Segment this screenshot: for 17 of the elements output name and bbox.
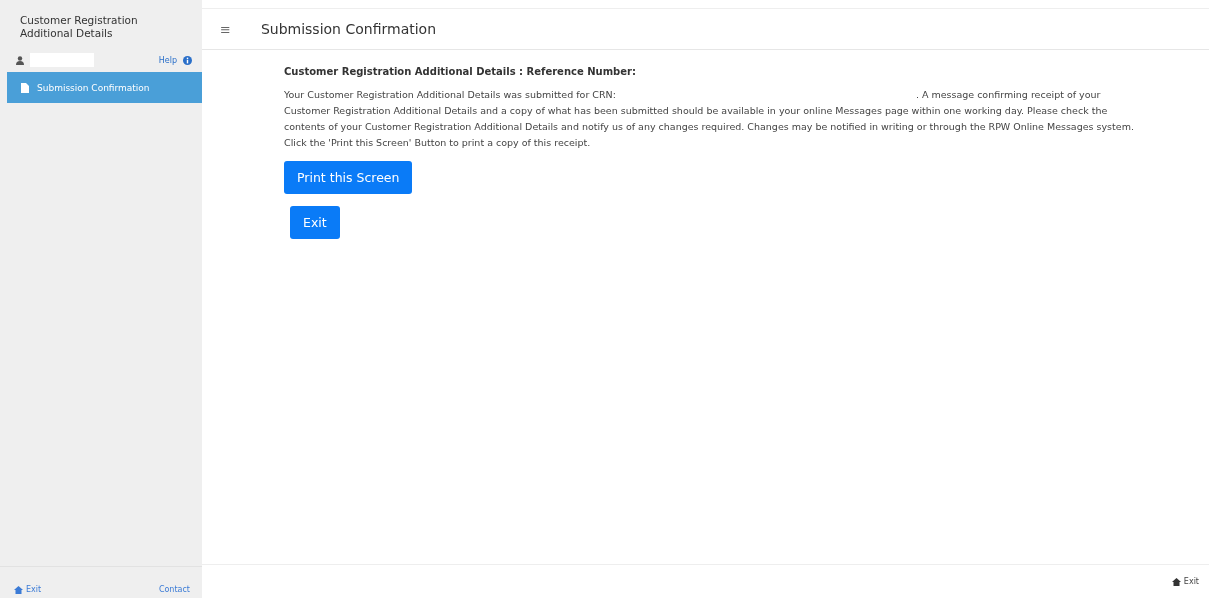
exit-button[interactable]: Exit: [290, 206, 340, 239]
nav-item[interactable]: Submission Confirmation: [7, 72, 202, 103]
exit-link[interactable]: Exit: [1171, 577, 1199, 586]
confirmation-message: Your Customer Registration Additional Details was submitted for CRN: . A message confirming receipt of your Customer Registration Additional Details and a copy of what has been submitted should be available in your online Messages page within one working day. Please check the contents of your Customer Registration Additional Details and notify us of any changes required. Changes may be notified in writing or through the RPW Online Messages system. Click the 'Print this Screen' Button to print a copy of this receipt.: [284, 88, 1135, 150]
print-button[interactable]: Print this Screen: [284, 161, 413, 194]
contact-link[interactable]: Contact: [158, 585, 190, 594]
home-icon: [1171, 577, 1181, 586]
help-link[interactable]: Help: [158, 55, 177, 65]
home-icon: [14, 585, 23, 594]
page-title: Submission Confirmation: [260, 21, 437, 37]
document-icon: [21, 82, 29, 93]
user-icon: [16, 55, 24, 65]
reference-heading: Customer Registration Additional Details : Reference Number:: [284, 66, 636, 77]
menu-icon[interactable]: ≡: [220, 21, 231, 37]
app-title: Customer Registration Additional Details: [19, 13, 139, 41]
info-icon: [183, 55, 192, 65]
exit-link[interactable]: Exit: [14, 585, 42, 594]
